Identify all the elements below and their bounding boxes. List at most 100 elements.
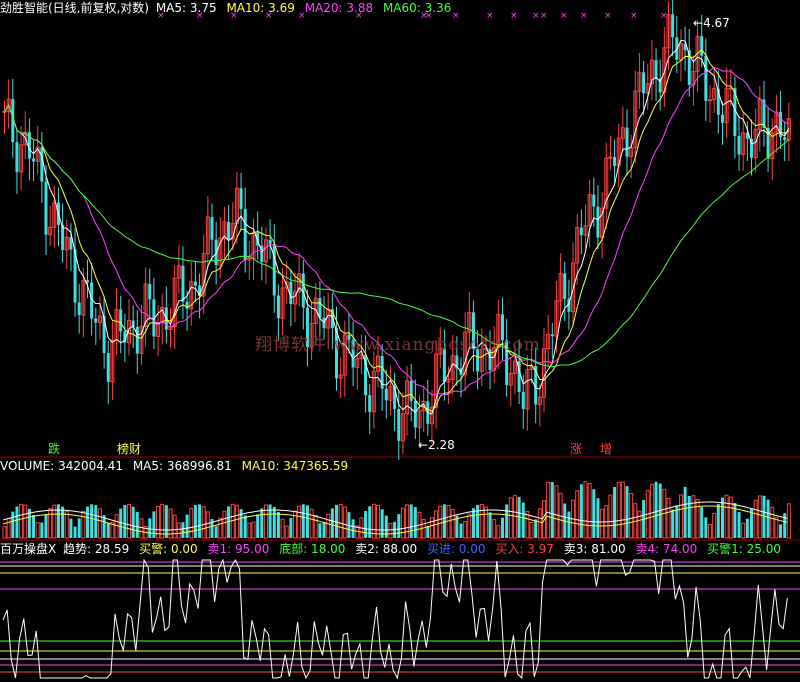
candle-body <box>368 395 372 412</box>
volume-bar <box>537 508 542 539</box>
volume-bar <box>534 519 538 538</box>
volume-bar <box>322 521 326 538</box>
volume-ma10-label: MA10: 347365.59 <box>241 459 349 473</box>
volume-bar <box>712 512 717 539</box>
volume-bar <box>687 495 691 538</box>
volume-bar <box>301 504 305 538</box>
candle-body <box>413 400 417 428</box>
volume-bar <box>251 521 256 539</box>
bottom-label: 底部: 18.00 <box>279 542 346 556</box>
volume-bar <box>508 497 513 539</box>
volume-bar <box>268 504 272 538</box>
candle-body <box>318 298 322 318</box>
sell-signal-mark: × <box>157 11 165 21</box>
volume-bar <box>521 502 525 538</box>
candle-body <box>61 224 65 250</box>
volume-bar <box>592 489 596 538</box>
volume-bar <box>649 483 654 539</box>
candle-body <box>106 353 110 382</box>
volume-bar <box>654 481 658 538</box>
candle-body <box>397 409 401 441</box>
volume-bar <box>579 484 583 538</box>
volume-bar <box>438 505 443 539</box>
volume-bar <box>205 511 210 539</box>
candle-body <box>704 55 708 101</box>
volume-bar <box>596 498 600 538</box>
volume-bar <box>214 526 218 538</box>
high-price-value: 4.67 <box>703 16 730 30</box>
candle-body <box>210 217 214 240</box>
volume-bar <box>239 509 243 538</box>
volume-bar <box>567 511 571 538</box>
candle-body <box>32 158 36 162</box>
candle-body <box>276 295 280 319</box>
volume-bar <box>550 482 554 538</box>
signal-bangcai: 榜财 <box>117 442 142 456</box>
volume-bar <box>779 524 783 538</box>
volume-bar <box>15 506 19 538</box>
volume-bar <box>488 512 492 538</box>
signal-zeng: 增 <box>600 442 613 456</box>
volume-bar <box>127 503 131 539</box>
volume-bar <box>148 518 152 538</box>
trend-line <box>2 558 788 680</box>
candle-body <box>181 265 185 302</box>
volume-bar <box>384 515 388 538</box>
low-price-label: ←2.28 <box>418 438 455 452</box>
candle-body <box>550 334 554 337</box>
volume-bar <box>272 506 276 538</box>
volume-bar <box>766 499 770 538</box>
volume-bar <box>342 506 347 539</box>
volume-bar <box>131 506 135 538</box>
candle-body <box>654 60 658 79</box>
sell-signal-mark: × <box>604 11 612 21</box>
watermark: 翔博软件 www.xiangbosoft.com <box>255 335 541 355</box>
volume-bar <box>786 503 791 539</box>
volume-bar <box>770 506 775 539</box>
volume-bar <box>309 508 314 539</box>
volume-bar <box>297 505 302 539</box>
candle-body <box>44 181 48 235</box>
candle-body <box>720 114 724 123</box>
volume-bar <box>429 517 434 539</box>
volume-bar <box>243 515 247 538</box>
volume-bar <box>587 482 592 539</box>
volume-bar <box>376 504 380 539</box>
volume-bar <box>421 518 426 539</box>
volume-bar <box>289 518 293 538</box>
volume-bar <box>44 514 48 538</box>
volume-bar <box>476 504 480 538</box>
volume-bar <box>351 519 355 538</box>
candle-body <box>2 110 7 113</box>
volume-bar <box>19 503 24 539</box>
volume-bar <box>683 486 687 538</box>
candle-body <box>40 147 44 182</box>
volume-bar <box>86 506 89 538</box>
candle-body <box>239 188 243 209</box>
signal-die: 跌 <box>48 442 61 456</box>
candle-body <box>268 239 272 244</box>
volume-bar <box>426 525 430 538</box>
volume-bar <box>77 518 81 538</box>
volume-bar <box>413 507 417 538</box>
indicator-lines <box>0 558 800 680</box>
candle-body <box>148 284 152 300</box>
volume-bar <box>620 481 625 539</box>
volume-bar <box>135 511 139 538</box>
candle-body <box>15 142 19 172</box>
volume-bar <box>671 509 675 538</box>
volume-bar <box>757 495 762 539</box>
candle-body <box>193 281 197 286</box>
volume-bar <box>276 512 280 538</box>
volume-bar <box>695 499 700 539</box>
volume-bar <box>442 504 446 538</box>
volume-bar <box>32 514 36 538</box>
candle-body <box>671 14 675 38</box>
volume-bar <box>338 503 343 539</box>
volume-bar <box>546 482 551 539</box>
candle-body <box>563 273 567 299</box>
volume-bar <box>501 517 504 538</box>
sell-signal-mark: × <box>298 11 306 21</box>
volume-bar <box>637 510 642 539</box>
candle-body <box>94 318 98 323</box>
